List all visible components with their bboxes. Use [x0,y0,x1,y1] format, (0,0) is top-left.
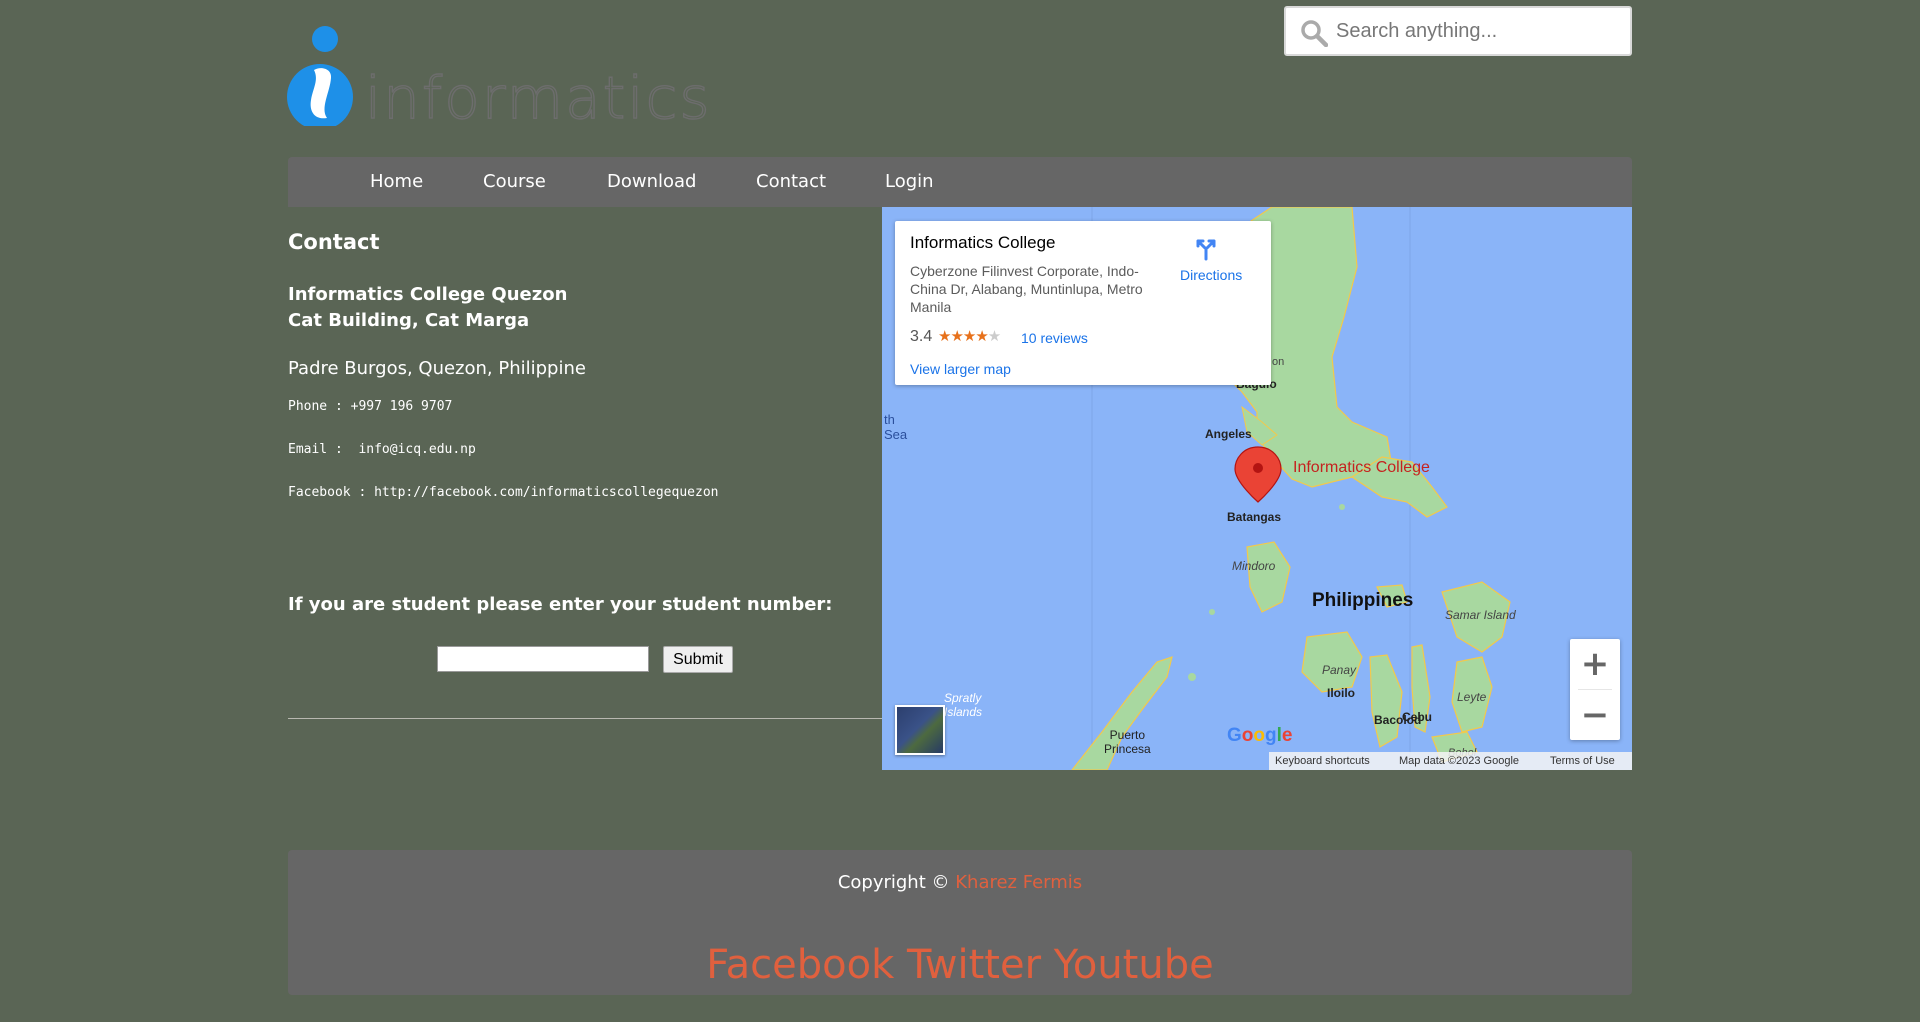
map-label-sea: th Sea [884,412,908,442]
student-number-input[interactable] [437,646,649,672]
submit-button[interactable]: Submit [663,646,733,673]
map-label-panay: Panay [1322,663,1357,677]
google-logo: Google [1227,725,1293,746]
view-larger-map-link[interactable]: View larger map [910,361,1011,377]
search-box[interactable] [1284,6,1632,56]
youtube-link[interactable]: Youtube [1054,942,1214,988]
satellite-layer-toggle[interactable] [895,705,945,755]
map-label-spratly: Spratly Islands [944,691,983,719]
zoom-in-button[interactable]: + [1570,639,1620,689]
facebook-line: Facebook : http://facebook.com/informati… [288,485,719,500]
copyright-author-link[interactable]: Kharez Fermis [955,872,1082,893]
address: Padre Burgos, Quezon, Philippine [288,358,586,379]
keyboard-shortcuts-link[interactable]: Keyboard shortcuts [1275,755,1370,767]
map-label-batangas: Batangas [1227,510,1282,524]
nav-contact[interactable]: Contact [756,157,826,207]
map-pin-label[interactable]: Informatics College [1293,459,1430,477]
directions-link[interactable]: Directions [1180,267,1242,283]
zoom-out-button[interactable]: − [1570,690,1620,740]
copyright-prefix: Copyright © [837,872,950,893]
map[interactable]: Informatics College Baguio Angeles Batan… [882,207,1632,770]
card-address: Cyberzone Filinvest Corporate, Indo-Chin… [910,263,1143,315]
zoom-control: + − [1570,639,1620,740]
nav-login[interactable]: Login [885,157,934,207]
card-rating: 3.4 [910,328,933,345]
nav-course[interactable]: Course [483,157,546,207]
social-links: Facebook Twitter Youtube [288,942,1632,988]
copyright: Copyright © Kharez Fermis [288,872,1632,893]
map-info-card: Informatics College Cyberzone Filinvest … [895,221,1271,385]
map-label-samar: Samar Island [1445,608,1516,622]
student-prompt: If you are student please enter your stu… [288,594,833,615]
divider [288,718,882,719]
map-label-cebu: Cebu [1402,710,1432,724]
map-label-leyte: Leyte [1457,690,1487,704]
card-title: Informatics College [910,233,1056,252]
email-line: Email : info@icq.edu.np [288,442,476,457]
card-reviews-link[interactable]: 10 reviews [1021,330,1088,346]
phone-line: Phone : +997 196 9707 [288,399,453,414]
logo[interactable]: informatics [287,26,710,133]
nav-download[interactable]: Download [607,157,696,207]
map-label-iloilo: Iloilo [1327,686,1355,700]
nav-home[interactable]: Home [370,157,423,207]
school-name-line1: Informatics College Quezon [288,284,568,305]
search-icon [1301,20,1328,47]
search-input[interactable] [1336,8,1626,54]
main-nav: Home Course Download Contact Login [288,157,1632,207]
directions-icon[interactable] [1193,235,1219,261]
school-name-line2: Cat Building, Cat Marga [288,310,530,331]
footer: Copyright © Kharez Fermis Facebook Twitt… [288,850,1632,995]
logo-text: informatics [364,63,712,132]
map-label-luzon: on [1272,356,1285,368]
facebook-link[interactable]: Facebook [706,942,894,988]
rating-stars-icon: ★★★★★ [938,328,1001,345]
map-label-puerto-princesa: Puerto Princesa [1104,728,1151,756]
map-attribution: Keyboard shortcuts Map data ©2023 Google… [1269,752,1632,770]
logo-icon [287,26,353,130]
school-name: Informatics College Quezon Cat Building,… [288,282,567,334]
map-data-text: Map data ©2023 Google [1399,755,1520,767]
twitter-link[interactable]: Twitter [907,942,1041,988]
map-label-philippines: Philippines [1312,590,1414,611]
map-label-angeles: Angeles [1205,427,1252,441]
page-title: Contact [288,230,380,254]
page: informatics Home Course Download Contact… [0,0,1920,1022]
terms-link[interactable]: Terms of Use [1550,755,1615,767]
map-label-mindoro: Mindoro [1232,559,1276,573]
